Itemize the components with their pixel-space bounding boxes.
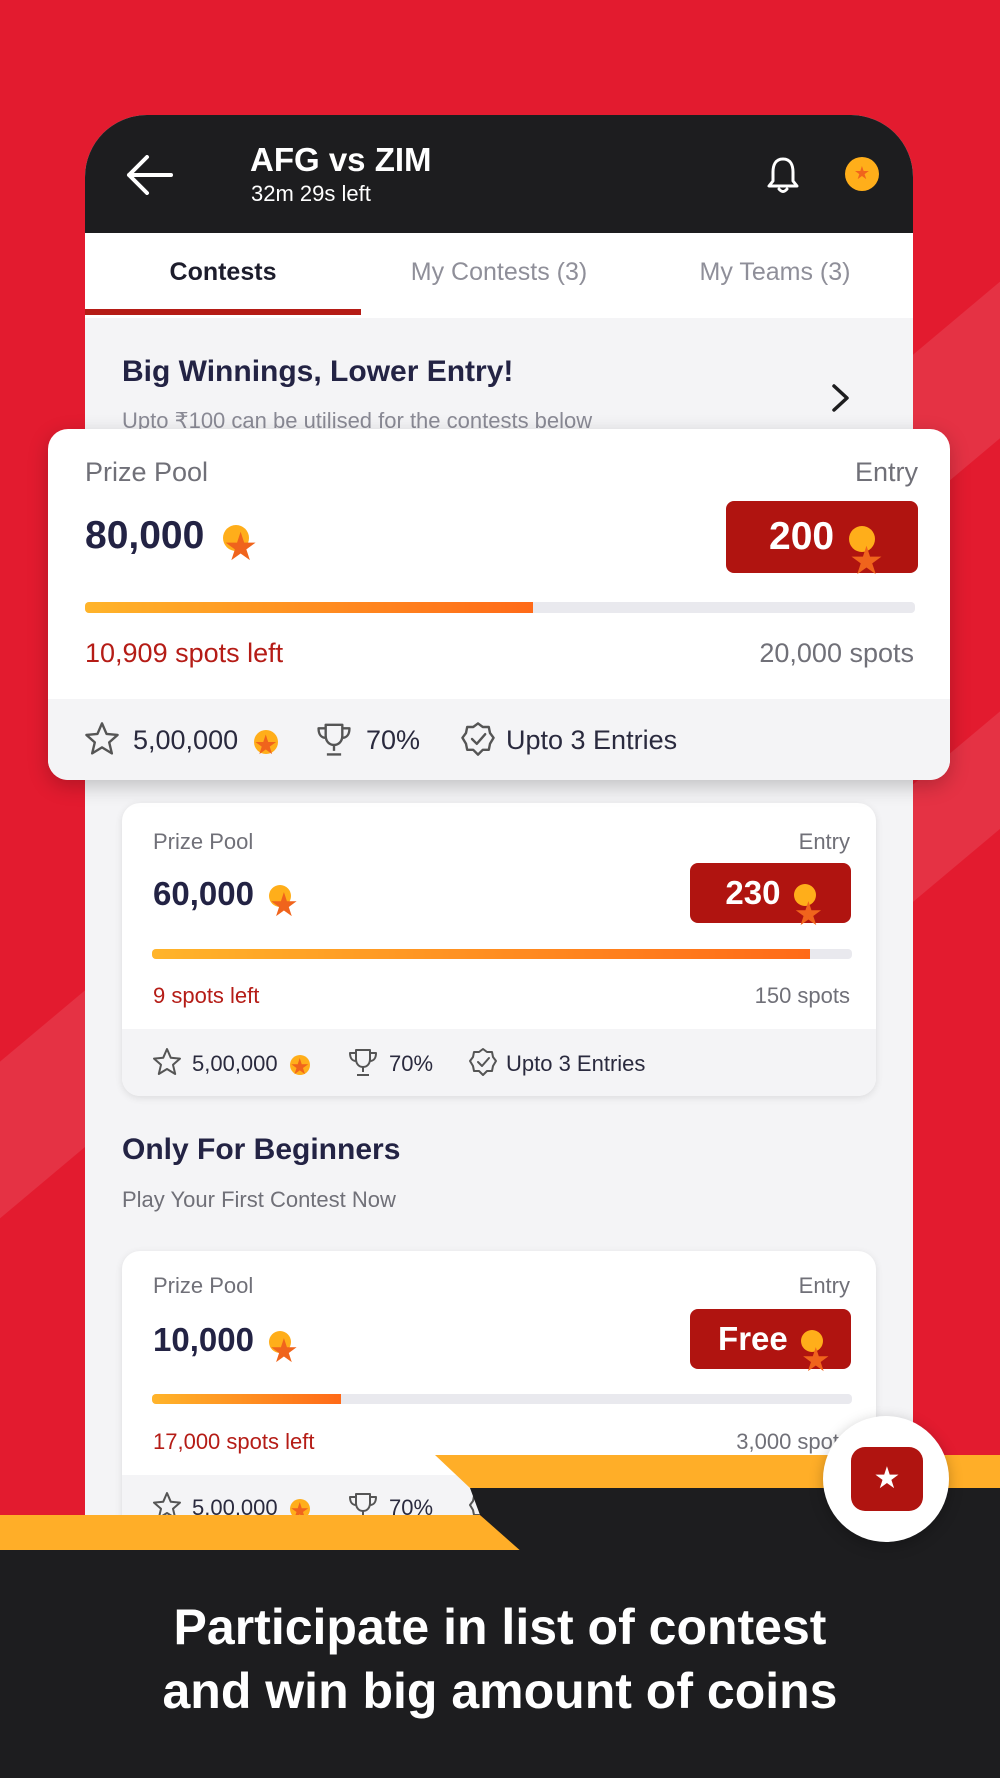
verified-badge-icon: [469, 1048, 497, 1076]
first-prize-value: 5,00,000: [192, 1051, 278, 1076]
section-subtitle: Play Your First Contest Now: [122, 1187, 396, 1212]
entry-label: Entry: [854, 457, 918, 487]
spots-progress-bar: [152, 949, 852, 959]
spots-total: 150 spots: [754, 983, 850, 1008]
progress-fill: [152, 1394, 341, 1404]
spots-left: 9 spots left: [153, 983, 260, 1008]
entry-fee-value: 230: [725, 874, 781, 911]
prize-pool-label: Prize Pool: [153, 829, 254, 854]
prize-pool-label: Prize Pool: [153, 1273, 254, 1298]
prize-pool-value: 80,000: [85, 514, 205, 557]
entry-fee-value: 200: [769, 515, 835, 558]
card-footer: 5,00,000 70% Upto 3 Entries: [48, 699, 950, 780]
prize-pool-label: Prize Pool: [85, 457, 209, 487]
first-prize: 5,00,000: [133, 725, 278, 756]
prize-pool-amount: 60,000: [153, 875, 292, 913]
trophy-icon: [349, 1049, 377, 1076]
coin-icon: [800, 1330, 823, 1353]
entry-fee-value: Free: [718, 1320, 788, 1357]
entry-label: Entry: [798, 1273, 850, 1298]
spots-progress-bar: [85, 602, 915, 613]
top-bar: AFG vs ZIM 32m 29s left: [85, 115, 913, 233]
prize-pool-value: 60,000: [153, 875, 254, 912]
entry-label: Entry: [798, 829, 850, 854]
first-prize: 5,00,000: [192, 1051, 310, 1077]
ticket-star-icon: ★: [851, 1447, 923, 1511]
star-icon: [85, 722, 119, 755]
tab-my-teams[interactable]: My Teams (3): [637, 233, 913, 318]
coin-wallet-icon[interactable]: [845, 157, 879, 191]
section-title: Only For Beginners: [122, 1133, 401, 1166]
contest-card[interactable]: Prize Pool Entry 60,000 230 9 spots left…: [122, 803, 876, 1096]
tab-my-contests[interactable]: My Contests (3): [361, 233, 637, 318]
spots-total: 20,000 spots: [759, 638, 914, 668]
chevron-right-icon[interactable]: [830, 383, 852, 413]
first-prize-value: 5,00,000: [133, 725, 239, 755]
bell-icon[interactable]: [765, 155, 801, 195]
prize-pool-amount: 10,000: [153, 1321, 292, 1359]
spots-left: 10,909 spots left: [85, 638, 284, 668]
active-tab-indicator: [85, 309, 361, 315]
entries-limit: Upto 3 Entries: [506, 1051, 646, 1076]
phone-screen: AFG vs ZIM 32m 29s left Contests My Cont…: [85, 115, 913, 1515]
caption-line-1: Participate in list of contest: [173, 1599, 827, 1655]
win-percent: 70%: [366, 725, 421, 755]
back-arrow-icon[interactable]: [125, 155, 173, 195]
prize-pool-value: 10,000: [153, 1321, 254, 1358]
prize-pool-amount: 80,000: [85, 514, 250, 558]
star-icon: [153, 1048, 181, 1075]
win-percent: 70%: [389, 1051, 434, 1076]
coin-icon: [223, 524, 250, 551]
coin-icon: [269, 885, 292, 908]
card-footer: 5,00,000 70% Upto 3 Entries: [122, 1029, 876, 1096]
tab-contests[interactable]: Contests: [85, 233, 361, 318]
featured-contest-card[interactable]: Prize Pool Entry 80,000 200 10,909 spots…: [48, 429, 950, 780]
banner-title: Big Winnings, Lower Entry!: [122, 355, 514, 388]
coin-icon: [793, 884, 816, 907]
entry-fee-button[interactable]: Free: [690, 1309, 851, 1369]
coin-icon: [848, 525, 875, 552]
entries-limit: Upto 3 Entries: [506, 725, 678, 755]
match-title: AFG vs ZIM: [250, 141, 432, 178]
trophy-icon: [317, 723, 351, 756]
progress-fill: [85, 602, 534, 613]
promo-caption: Participate in list of contest and win b…: [0, 1595, 1000, 1723]
progress-fill: [152, 949, 810, 959]
spots-progress-bar: [152, 1394, 852, 1404]
time-left: 32m 29s left: [251, 181, 371, 206]
entry-fee-button[interactable]: 230: [690, 863, 851, 923]
spots-left: 17,000 spots left: [153, 1429, 315, 1454]
coin-icon: [289, 1055, 310, 1076]
entry-fee-button[interactable]: 200: [726, 501, 918, 573]
coin-icon: [253, 729, 278, 754]
coin-icon: [269, 1331, 292, 1354]
verified-badge-icon: [461, 722, 495, 756]
floating-action-button[interactable]: ★: [823, 1416, 949, 1542]
tab-bar: Contests My Contests (3) My Teams (3): [85, 233, 913, 318]
caption-line-2: and win big amount of coins: [162, 1663, 838, 1719]
